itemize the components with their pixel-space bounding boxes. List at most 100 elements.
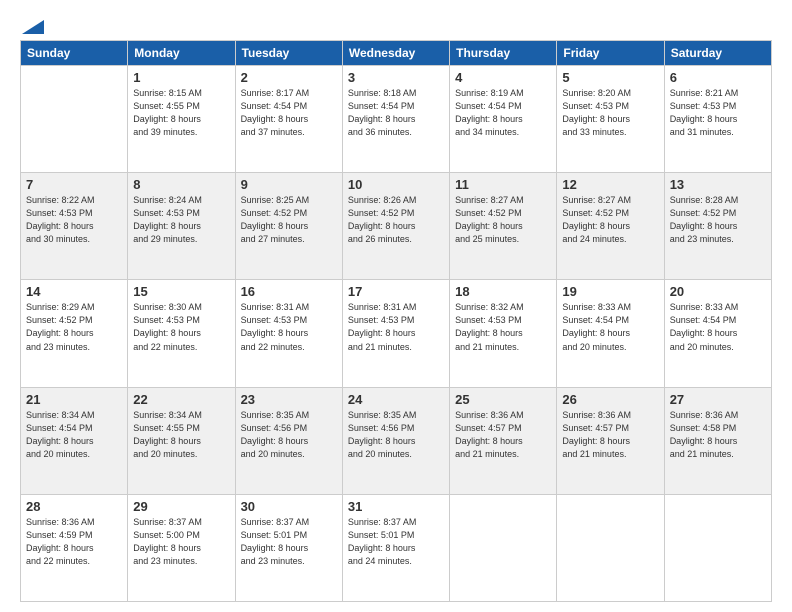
day-number: 10 [348,177,444,192]
day-info: Sunrise: 8:34 AMSunset: 4:55 PMDaylight:… [133,409,229,461]
calendar-cell: 3 Sunrise: 8:18 AMSunset: 4:54 PMDaylight… [342,66,449,173]
day-info: Sunrise: 8:30 AMSunset: 4:53 PMDaylight:… [133,301,229,353]
calendar-cell: 15 Sunrise: 8:30 AMSunset: 4:53 PMDayligh… [128,280,235,387]
day-number: 2 [241,70,337,85]
calendar-cell: 2Sunrise: 8:17 AMSunset: 4:54 PMDaylight… [235,66,342,173]
day-info: Sunrise: 8:31 AMSunset: 4:53 PMDaylight:… [241,301,337,353]
day-number: 3 [348,70,444,85]
day-number: 31 [348,499,444,514]
calendar-cell: 5Sunrise: 8:20 AMSunset: 4:53 PMDaylight… [557,66,664,173]
day-number: 25 [455,392,551,407]
day-number: 17 [348,284,444,299]
day-info: Sunrise: 8:36 AMSunset: 4:59 PMDaylight:… [26,516,122,568]
day-number: 26 [562,392,658,407]
col-header-thursday: Thursday [450,41,557,66]
day-info: Sunrise: 8:36 AMSunset: 4:57 PMDaylight:… [562,409,658,461]
day-info: Sunrise: 8:35 AMSunset: 4:56 PMDaylight:… [241,409,337,461]
col-header-tuesday: Tuesday [235,41,342,66]
day-info: Sunrise: 8:20 AMSunset: 4:53 PMDaylight:… [562,87,658,139]
day-info: Sunrise: 8:34 AMSunset: 4:54 PMDaylight:… [26,409,122,461]
day-number: 8 [133,177,229,192]
day-number: 29 [133,499,229,514]
col-header-friday: Friday [557,41,664,66]
calendar-cell [21,66,128,173]
day-info: Sunrise: 8:27 AMSunset: 4:52 PMDaylight:… [562,194,658,246]
day-number: 4 [455,70,551,85]
calendar-cell: 21 Sunrise: 8:34 AMSunset: 4:54 PMDayligh… [21,387,128,494]
calendar-cell [664,494,771,601]
col-header-monday: Monday [128,41,235,66]
calendar-cell: 4 Sunrise: 8:19 AMSunset: 4:54 PMDaylight… [450,66,557,173]
calendar-cell: 26 Sunrise: 8:36 AMSunset: 4:57 PMDayligh… [557,387,664,494]
calendar-cell: 10 Sunrise: 8:26 AMSunset: 4:52 PMDayligh… [342,173,449,280]
day-number: 6 [670,70,766,85]
header [20,18,772,30]
day-info: Sunrise: 8:28 AMSunset: 4:52 PMDaylight:… [670,194,766,246]
day-info: Sunrise: 8:37 AMSunset: 5:01 PMDaylight:… [348,516,444,568]
week-row-3: 14Sunrise: 8:29 AMSunset: 4:52 PMDayligh… [21,280,772,387]
day-info: Sunrise: 8:36 AMSunset: 4:57 PMDaylight:… [455,409,551,461]
day-info: Sunrise: 8:26 AMSunset: 4:52 PMDaylight:… [348,194,444,246]
calendar-cell: 20 Sunrise: 8:33 AMSunset: 4:54 PMDayligh… [664,280,771,387]
day-number: 24 [348,392,444,407]
day-info: Sunrise: 8:24 AMSunset: 4:53 PMDaylight:… [133,194,229,246]
calendar-cell: 24Sunrise: 8:35 AMSunset: 4:56 PMDayligh… [342,387,449,494]
day-number: 1 [133,70,229,85]
week-row-2: 7 Sunrise: 8:22 AMSunset: 4:53 PMDaylight… [21,173,772,280]
day-info: Sunrise: 8:29 AMSunset: 4:52 PMDaylight:… [26,301,122,353]
week-row-4: 21 Sunrise: 8:34 AMSunset: 4:54 PMDayligh… [21,387,772,494]
calendar-cell: 9 Sunrise: 8:25 AMSunset: 4:52 PMDaylight… [235,173,342,280]
col-header-wednesday: Wednesday [342,41,449,66]
calendar-cell [450,494,557,601]
day-number: 30 [241,499,337,514]
calendar-header-row: SundayMondayTuesdayWednesdayThursdayFrid… [21,41,772,66]
day-number: 21 [26,392,122,407]
day-info: Sunrise: 8:18 AMSunset: 4:54 PMDaylight:… [348,87,444,139]
calendar-cell: 18 Sunrise: 8:32 AMSunset: 4:53 PMDayligh… [450,280,557,387]
day-info: Sunrise: 8:31 AMSunset: 4:53 PMDaylight:… [348,301,444,353]
day-number: 27 [670,392,766,407]
calendar-cell: 11 Sunrise: 8:27 AMSunset: 4:52 PMDayligh… [450,173,557,280]
page: SundayMondayTuesdayWednesdayThursdayFrid… [0,0,792,612]
logo [20,18,44,30]
calendar-cell: 30 Sunrise: 8:37 AMSunset: 5:01 PMDayligh… [235,494,342,601]
day-info: Sunrise: 8:22 AMSunset: 4:53 PMDaylight:… [26,194,122,246]
calendar-table: SundayMondayTuesdayWednesdayThursdayFrid… [20,40,772,602]
day-number: 15 [133,284,229,299]
week-row-5: 28 Sunrise: 8:36 AMSunset: 4:59 PMDayligh… [21,494,772,601]
day-number: 7 [26,177,122,192]
calendar-cell: 25 Sunrise: 8:36 AMSunset: 4:57 PMDayligh… [450,387,557,494]
day-info: Sunrise: 8:33 AMSunset: 4:54 PMDaylight:… [670,301,766,353]
day-number: 23 [241,392,337,407]
day-number: 28 [26,499,122,514]
calendar-cell: 13Sunrise: 8:28 AMSunset: 4:52 PMDayligh… [664,173,771,280]
day-info: Sunrise: 8:25 AMSunset: 4:52 PMDaylight:… [241,194,337,246]
day-number: 20 [670,284,766,299]
day-number: 18 [455,284,551,299]
day-number: 11 [455,177,551,192]
calendar-cell: 22Sunrise: 8:34 AMSunset: 4:55 PMDayligh… [128,387,235,494]
day-info: Sunrise: 8:21 AMSunset: 4:53 PMDaylight:… [670,87,766,139]
calendar-cell: 17 Sunrise: 8:31 AMSunset: 4:53 PMDayligh… [342,280,449,387]
calendar-cell: 16 Sunrise: 8:31 AMSunset: 4:53 PMDayligh… [235,280,342,387]
day-info: Sunrise: 8:32 AMSunset: 4:53 PMDaylight:… [455,301,551,353]
day-number: 9 [241,177,337,192]
day-info: Sunrise: 8:36 AMSunset: 4:58 PMDaylight:… [670,409,766,461]
day-info: Sunrise: 8:33 AMSunset: 4:54 PMDaylight:… [562,301,658,353]
day-number: 19 [562,284,658,299]
calendar-cell: 6 Sunrise: 8:21 AMSunset: 4:53 PMDaylight… [664,66,771,173]
calendar-cell [557,494,664,601]
day-info: Sunrise: 8:27 AMSunset: 4:52 PMDaylight:… [455,194,551,246]
calendar-cell: 12Sunrise: 8:27 AMSunset: 4:52 PMDayligh… [557,173,664,280]
calendar-cell: 19 Sunrise: 8:33 AMSunset: 4:54 PMDayligh… [557,280,664,387]
day-number: 16 [241,284,337,299]
col-header-sunday: Sunday [21,41,128,66]
week-row-1: 1 Sunrise: 8:15 AMSunset: 4:55 PMDaylight… [21,66,772,173]
calendar-cell: 1 Sunrise: 8:15 AMSunset: 4:55 PMDaylight… [128,66,235,173]
calendar-cell: 31 Sunrise: 8:37 AMSunset: 5:01 PMDayligh… [342,494,449,601]
calendar-cell: 14Sunrise: 8:29 AMSunset: 4:52 PMDayligh… [21,280,128,387]
day-info: Sunrise: 8:37 AMSunset: 5:01 PMDaylight:… [241,516,337,568]
calendar-cell: 29Sunrise: 8:37 AMSunset: 5:00 PMDayligh… [128,494,235,601]
day-info: Sunrise: 8:15 AMSunset: 4:55 PMDaylight:… [133,87,229,139]
day-info: Sunrise: 8:19 AMSunset: 4:54 PMDaylight:… [455,87,551,139]
